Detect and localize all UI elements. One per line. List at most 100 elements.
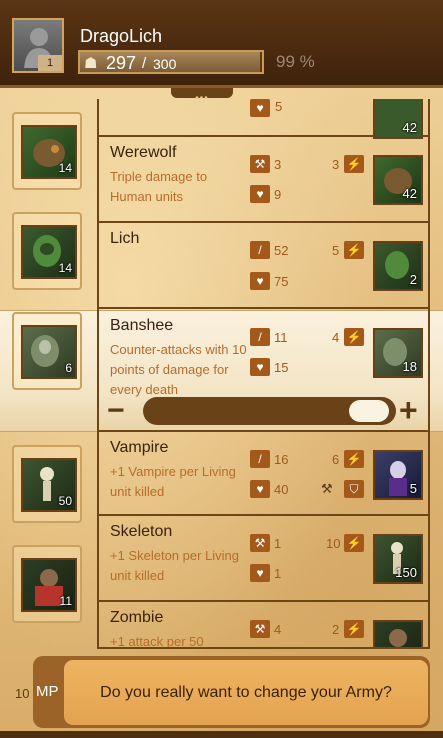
lich-portrait: 14 <box>21 225 77 279</box>
player-name: DragoLich <box>80 26 163 46</box>
unit-description: Triple damage to Human units <box>110 169 208 204</box>
skeleton-portrait: 50 <box>21 458 77 512</box>
wand-icon: / <box>250 328 270 346</box>
left-slot-zombie[interactable]: 11 <box>12 545 82 623</box>
unit-description: +1 Skeleton per Living unit killed <box>110 548 240 583</box>
unit-health: 5 <box>275 99 283 114</box>
list-item-vampire[interactable]: Vampire +1 Vampire per Living unit kille… <box>99 430 428 516</box>
unit-count: 150 <box>395 565 417 580</box>
list-item-zombie[interactable]: Zombie +1 attack per 50 ⚒ 4 2 ⚡ <box>99 602 428 649</box>
unit-count: 42 <box>402 186 417 201</box>
unit-speed: 3 <box>332 157 340 172</box>
unit-speed: 6 <box>332 452 340 467</box>
heart-icon: ♥ <box>250 480 270 498</box>
running-icon: ⚡ <box>344 328 364 346</box>
unit-health: 15 <box>274 360 289 375</box>
shield-icon: ⛉ <box>344 480 364 498</box>
unit-name: Skeleton <box>110 523 173 540</box>
player-level: 1 <box>38 55 62 71</box>
unit-speed: 5 <box>332 243 340 258</box>
unit-name: Werewolf <box>110 144 177 161</box>
heart-icon: ♥ <box>250 272 270 290</box>
player-avatar[interactable]: 1 <box>12 18 64 73</box>
left-slot-skeleton[interactable]: 50 <box>12 445 82 523</box>
mp-count: 10 <box>15 686 30 701</box>
bottom-strip <box>0 731 443 738</box>
unit-name: Lich <box>110 230 140 247</box>
health-current: 297 <box>106 53 137 73</box>
unit-count: 18 <box>402 359 417 374</box>
heart-icon: ♥ <box>250 358 270 376</box>
unit-portrait: 42 <box>373 99 423 139</box>
banshee-portrait: 18 <box>373 328 423 378</box>
unit-attack: 11 <box>274 330 288 345</box>
banshee-portrait: 6 <box>21 325 77 379</box>
slot-count: 50 <box>58 494 72 508</box>
unit-description: +1 Vampire per Living unit killed <box>110 464 236 499</box>
list-item-skeleton[interactable]: Skeleton +1 Skeleton per Living unit kil… <box>99 516 428 602</box>
slot-count: 14 <box>58 161 72 175</box>
unit-speed: 10 <box>326 536 341 551</box>
running-icon: ⚡ <box>344 450 364 468</box>
slot-count: 11 <box>59 594 72 608</box>
unit-health: 75 <box>274 274 289 289</box>
unit-count: 42 <box>402 120 417 135</box>
running-icon: ⚡ <box>344 534 364 552</box>
axe-icon: ⚒ <box>250 620 270 638</box>
skeleton-portrait: 150 <box>373 534 423 584</box>
vampire-portrait: 5 <box>373 450 423 500</box>
boot-icon: ☗ <box>84 55 98 72</box>
army-list[interactable]: ♥ 5 42 Werewolf Triple damage to Human u… <box>97 99 430 649</box>
increase-button[interactable]: + <box>399 394 418 426</box>
wand-icon: / <box>250 241 270 259</box>
slot-count: 6 <box>65 361 72 375</box>
left-slot-werewolf[interactable]: 14 <box>12 112 82 190</box>
heart-icon: ♥ <box>250 99 270 117</box>
running-icon: ⚡ <box>344 620 364 638</box>
list-item-werewolf[interactable]: Werewolf Triple damage to Human units ⚒ … <box>99 137 428 223</box>
unit-description: +1 attack per 50 <box>110 634 204 649</box>
axe-mark-icon: ⚒ <box>321 481 333 496</box>
health-separator: / <box>142 55 147 72</box>
unit-attack: 16 <box>274 452 289 467</box>
unit-attack: 1 <box>274 536 282 551</box>
werewolf-portrait: 42 <box>373 155 423 205</box>
health-percent: 99 % <box>276 52 315 71</box>
heart-icon: ♥ <box>250 564 270 582</box>
mp-label: MP <box>36 683 59 700</box>
unit-name: Zombie <box>110 609 164 626</box>
unit-health: 9 <box>274 187 282 202</box>
unit-count: 5 <box>409 481 417 496</box>
zombie-portrait: 11 <box>21 558 77 612</box>
player-header: 1 DragoLich ☗ 297 / 300 99 % <box>0 0 443 88</box>
unit-speed: 4 <box>332 330 340 345</box>
slider-thumb[interactable] <box>348 400 389 422</box>
axe-icon: ⚒ <box>250 155 270 173</box>
pull-handle[interactable]: ••• <box>171 88 233 104</box>
unit-health: 1 <box>274 566 282 581</box>
unit-speed: 2 <box>332 622 340 637</box>
change-army-button[interactable]: Do you really want to change your Army? <box>64 660 428 725</box>
running-icon: ⚡ <box>344 241 364 259</box>
unit-name: Banshee <box>110 317 174 334</box>
unit-name: Vampire <box>110 439 169 456</box>
lich-portrait: 2 <box>373 241 423 291</box>
running-icon: ⚡ <box>344 155 364 173</box>
werewolf-portrait: 14 <box>21 125 77 179</box>
wand-icon: / <box>250 450 270 468</box>
list-item-partial[interactable]: ♥ 5 42 <box>99 99 428 139</box>
axe-icon: ⚒ <box>250 534 270 552</box>
unit-attack: 52 <box>274 243 289 258</box>
unit-health: 40 <box>274 482 289 497</box>
health-bar: ☗ 297 / 300 <box>78 50 264 74</box>
unit-attack: 3 <box>274 157 282 172</box>
unit-count-slider[interactable] <box>143 397 396 425</box>
unit-count: 2 <box>409 272 417 287</box>
unit-description: Counter-attacks with 10 points of damage… <box>110 342 247 397</box>
left-slot-lich[interactable]: 14 <box>12 212 82 290</box>
left-slot-banshee[interactable]: 6 <box>12 312 82 390</box>
list-item-lich[interactable]: Lich / 52 ♥ 75 5 ⚡ 2 <box>99 223 428 309</box>
zombie-portrait <box>373 620 423 647</box>
decrease-button[interactable]: − <box>107 396 125 426</box>
heart-icon: ♥ <box>250 185 270 203</box>
